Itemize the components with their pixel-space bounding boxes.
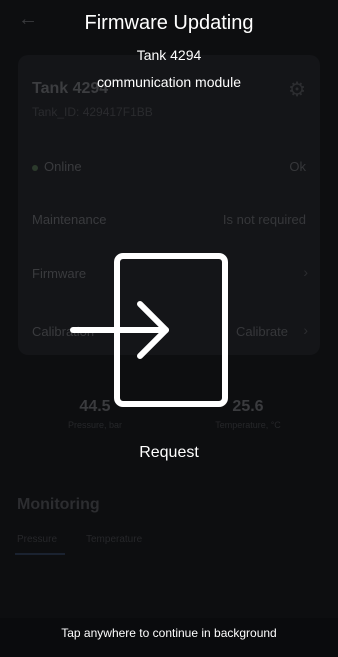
metric-pressure-caption: Pressure, bar (67, 420, 123, 430)
row-online-label: Online (32, 159, 82, 174)
row-maintenance-value: Is not required (222, 212, 306, 227)
tank-id: Tank_ID: 429417F1BB (32, 105, 153, 119)
overlay-tank-name: Tank 4294 (136, 47, 202, 63)
row-calibration-value: Calibrate (235, 324, 288, 339)
overlay-status: Request (139, 444, 199, 461)
status-dot-icon (32, 164, 38, 171)
row-maintenance: Maintenance Is not required (18, 203, 320, 237)
chevron-right-icon: › (303, 264, 308, 280)
monitoring-title: Monitoring (17, 496, 100, 513)
chevron-right-icon: › (303, 322, 308, 338)
row-online-value: Ok (289, 159, 306, 174)
tab-temperature[interactable]: Temperature (86, 534, 142, 545)
tab-underline (15, 553, 65, 555)
overlay-module: communication module (97, 74, 241, 90)
overlay-title: Firmware Updating (84, 12, 254, 34)
tab-pressure[interactable]: Pressure (17, 534, 57, 545)
enter-door-icon (70, 253, 228, 407)
row-online: Online Ok (18, 150, 320, 184)
continue-background-label: Tap anywhere to continue in background (61, 626, 277, 640)
metric-temperature-caption: Temperature, °C (215, 420, 281, 430)
row-maintenance-label: Maintenance (32, 212, 107, 227)
continue-background-bar[interactable]: Tap anywhere to continue in background (0, 618, 338, 657)
